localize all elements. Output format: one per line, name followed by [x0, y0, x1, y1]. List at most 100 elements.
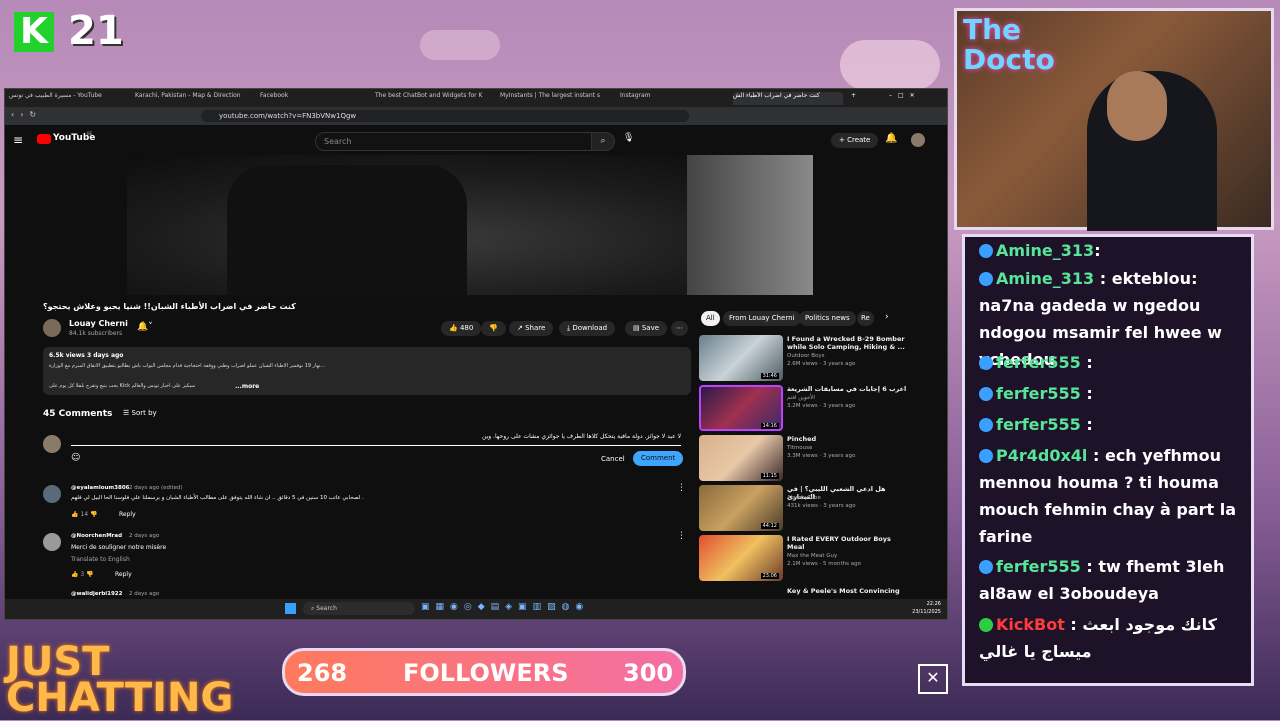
browser-tab[interactable]: مسيرة الطبيب في تونس - YouTube — [9, 92, 119, 105]
sort-label: Sort by — [131, 409, 157, 417]
chat-panel: Amine_313: Amine_313 : ekteblou: na7na g… — [962, 234, 1254, 686]
video-title[interactable]: Pinched — [787, 435, 907, 443]
cancel-button[interactable]: Cancel — [601, 455, 625, 463]
video-title[interactable]: I Rated EVERY Outdoor Boys Meal — [787, 535, 907, 551]
recommended-video[interactable]: 14:16 اعرب 6 إجابات في مسابقات الشريعة ا… — [699, 385, 939, 433]
reply-button[interactable]: Reply — [115, 571, 132, 578]
url-field[interactable]: youtube.com/watch?v=FN3bVNw1Qgw — [201, 110, 689, 122]
browser-tab[interactable]: Instagram — [620, 92, 720, 105]
chat-username[interactable]: KickBot — [996, 615, 1065, 634]
chat-username[interactable]: P4r4d0x4l — [996, 446, 1087, 465]
search-icon[interactable]: ⌕ — [591, 132, 615, 151]
recommended-video[interactable]: 11:15 Pinched Titmouse 3.3M views · 3 ye… — [699, 435, 939, 483]
browser-tab-active[interactable]: كنت حاضر في اضراب الأطباء الش — [733, 92, 843, 105]
browser-tab[interactable]: The best ChatBot and Widgets for K — [375, 92, 485, 105]
microphone-icon[interactable]: 🎙 — [623, 133, 634, 143]
taskbar-app-icons[interactable]: ▣▦◉◎◆▤◈▣▥▨◍◉ — [421, 602, 589, 612]
video-channel[interactable]: Max the Meat Guy — [787, 553, 837, 560]
chat-username[interactable]: ferfer555 — [996, 557, 1081, 576]
recommended-video[interactable]: Key & Peele's Most Convincing — [699, 587, 939, 597]
comment-like-button[interactable]: 👍 14 👎 — [71, 511, 97, 518]
chat-separator: : — [1092, 446, 1100, 465]
channel-avatar[interactable] — [43, 319, 61, 337]
description-box[interactable]: 6.5k views 3 days ago نهار 19 نوفمبر الأ… — [43, 347, 691, 395]
like-button[interactable]: 👍 480 — [441, 321, 482, 336]
create-button[interactable]: + Create — [831, 133, 879, 148]
sort-button[interactable]: ☰ Sort by — [123, 409, 157, 417]
browser-tab[interactable]: MyInstants | The largest instant sou — [500, 92, 600, 105]
new-tab-button[interactable]: + — [851, 92, 861, 105]
dislike-button[interactable]: 👎 — [481, 321, 506, 336]
chat-username[interactable]: ferfer555 — [996, 353, 1081, 372]
chat-username[interactable]: ferfer555 — [996, 415, 1081, 434]
windows-start-icon[interactable] — [285, 603, 296, 614]
followers-current: 268 — [297, 659, 348, 687]
nav-arrows-icon[interactable]: ‹›↻ — [11, 110, 42, 119]
tab-bar: مسيرة الطبيب في تونس - YouTube Karachi, … — [5, 89, 947, 107]
neon-sign: The Docto — [963, 13, 1055, 76]
video-channel[interactable]: Outdoor Boys — [787, 353, 824, 360]
video-title[interactable]: I Found a Wrecked B-29 Bomber while Solo… — [787, 335, 907, 351]
comment-button[interactable]: Comment — [633, 451, 684, 466]
recommended-video[interactable]: 23:06 I Rated EVERY Outdoor Boys Meal Ma… — [699, 535, 939, 583]
comment-author[interactable]: @NoorchenMrad — [71, 533, 122, 539]
youtube-logo-icon[interactable] — [37, 134, 51, 144]
download-button[interactable]: ⤓ Download — [559, 321, 616, 336]
chevron-right-icon[interactable]: › — [885, 312, 889, 322]
comment-menu-icon[interactable]: ⋮ — [677, 531, 686, 541]
menu-icon[interactable]: ≡ — [13, 133, 23, 147]
country-code: BE — [87, 131, 93, 136]
comment-menu-icon[interactable]: ⋮ — [677, 483, 686, 493]
recommended-video[interactable]: 44:12 هل ادعي الشعبي الليبي؟ | في الصحار… — [699, 485, 939, 533]
chip-more[interactable]: Re — [857, 311, 874, 326]
video-title[interactable]: Key & Peele's Most Convincing — [787, 587, 907, 595]
badge-icon — [979, 272, 993, 286]
save-button[interactable]: ▤ Save — [625, 321, 668, 336]
comment-author[interactable]: @walidjerbi1922 — [71, 591, 122, 597]
video-channel[interactable]: الأخوين افتم — [787, 395, 815, 402]
chat-separator: : — [1099, 269, 1107, 288]
search-input[interactable]: Search — [315, 132, 592, 151]
comment-avatar[interactable] — [43, 485, 61, 503]
channel-name[interactable]: Louay Cherni — [69, 319, 128, 328]
share-button[interactable]: ↗ Share — [509, 321, 554, 336]
badge-icon — [979, 356, 993, 370]
browser-tab[interactable]: Facebook — [260, 92, 360, 105]
badge-icon — [979, 387, 993, 401]
comments-count: 45 Comments — [43, 409, 113, 419]
window-controls[interactable]: –□✕ — [889, 92, 939, 105]
chat-separator: : — [1086, 353, 1093, 372]
chip-from-channel[interactable]: From Louay Cherni — [723, 311, 801, 326]
comment-like-button[interactable]: 👍 3 👎 — [71, 571, 94, 578]
comment-input[interactable]: لا عيد لا جوائز. دولة مافية يتحكل كلاها … — [71, 433, 681, 446]
more-actions-button[interactable]: ⋯ — [671, 321, 688, 336]
badge-icon — [979, 560, 993, 574]
category-line-2: CHATTING — [6, 675, 234, 721]
recommended-video[interactable]: 31:46 I Found a Wrecked B-29 Bomber whil… — [699, 335, 939, 383]
chat-username[interactable]: Amine_313 — [996, 269, 1094, 288]
bell-icon[interactable]: 🔔˅ — [137, 322, 153, 332]
close-icon[interactable]: ✕ — [918, 664, 948, 694]
video-channel[interactable]: Titmouse — [787, 445, 812, 452]
comment-avatar[interactable] — [43, 533, 61, 551]
badge-icon — [979, 244, 993, 258]
chip-politics[interactable]: Politics news — [799, 311, 856, 326]
chat-message: ferfer555 : — [979, 349, 1241, 376]
reply-button[interactable]: Reply — [119, 511, 136, 518]
video-title[interactable]: اعرب 6 إجابات في مسابقات الشريعة — [787, 385, 907, 393]
chat-username[interactable]: Amine_313 — [996, 241, 1094, 260]
kick-count: 21 — [68, 8, 124, 54]
chat-username[interactable]: ferfer555 — [996, 384, 1081, 403]
comment-author[interactable]: @eyalamloum3806 — [71, 485, 129, 491]
streamer-head — [1107, 71, 1167, 141]
chip-all[interactable]: All — [701, 311, 720, 326]
notifications-icon[interactable]: 🔔 — [885, 133, 897, 144]
avatar[interactable] — [911, 133, 925, 147]
video-channel[interactable]: AlarabyTube — [787, 495, 821, 502]
show-more-link[interactable]: ...more — [235, 383, 259, 390]
translate-link[interactable]: Translate to English — [71, 556, 130, 563]
taskbar-search[interactable]: ⌕ Search — [303, 602, 415, 615]
video-player[interactable] — [127, 155, 813, 295]
emoji-icon[interactable]: ☺ — [71, 453, 80, 463]
browser-tab[interactable]: Karachi, Pakistan - Map & Direction — [135, 92, 245, 105]
